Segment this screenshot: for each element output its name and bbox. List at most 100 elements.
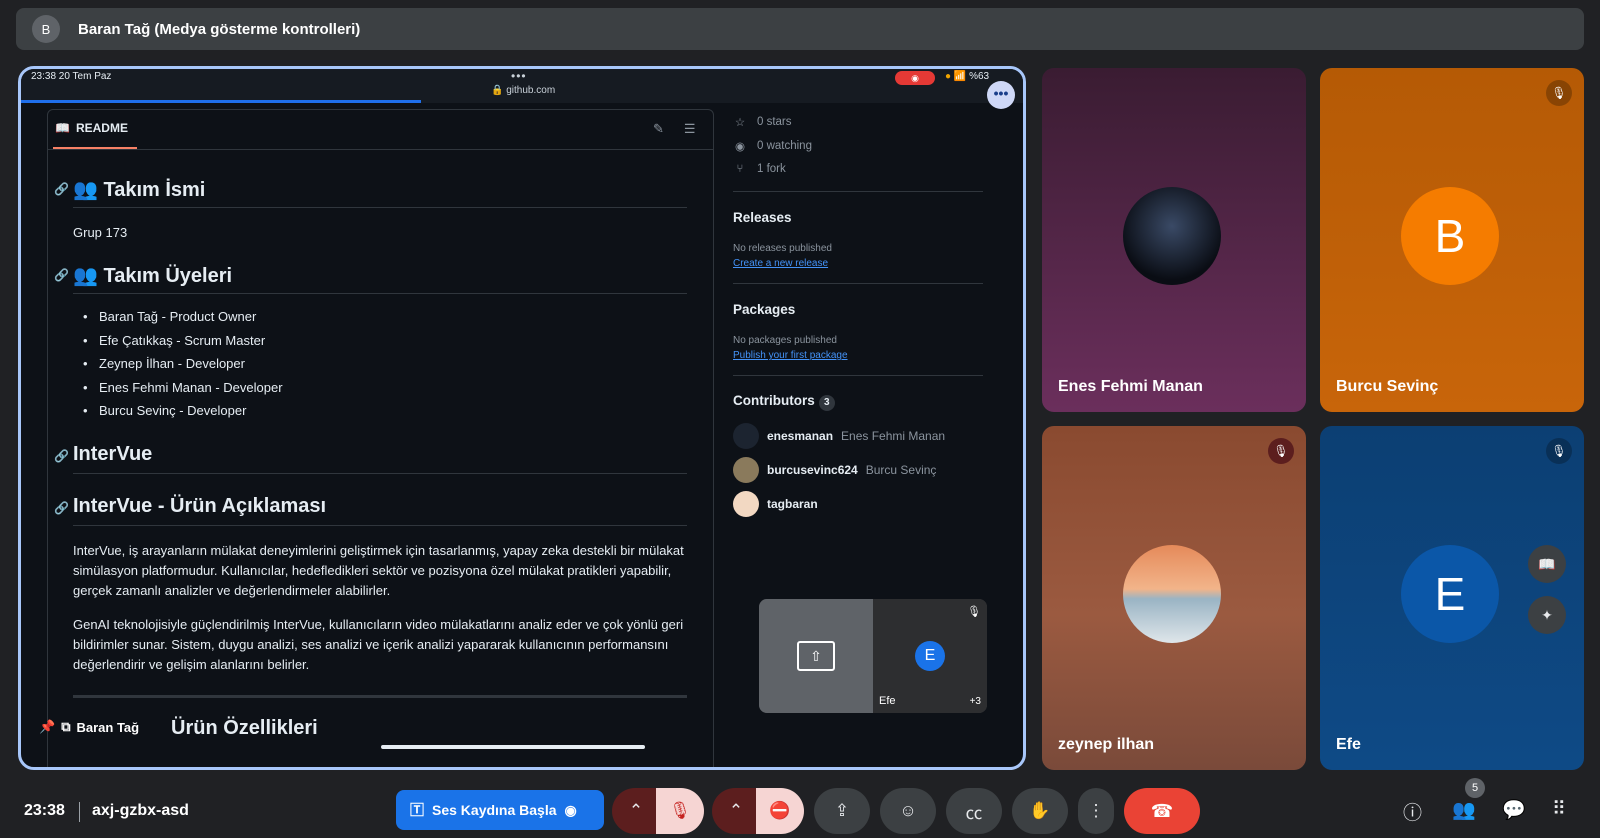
ios-time: 23:38 20 Tem Paz (31, 71, 112, 82)
divider (79, 802, 80, 822)
shared-screen: 23:38 20 Tem Paz ••• 🔒 github.com ◉ ● 📶 … (18, 66, 1026, 770)
avatar (733, 491, 759, 517)
publish-package-link[interactable]: Publish your first package (733, 350, 848, 361)
participant-tile[interactable]: Enes Fehmi Manan (1042, 68, 1306, 412)
emoji-icon: ☺ (899, 801, 917, 820)
stars-row[interactable]: ☆ 0 stars (733, 115, 792, 129)
captions-button[interactable]: ㏄ (946, 788, 1002, 834)
contributor-row[interactable]: tagbaran (733, 491, 818, 517)
battery-status: ● 📶 %63 (945, 71, 990, 82)
participant-tile[interactable]: 🎙 zeynep ilhan (1042, 426, 1306, 770)
avatar: E (915, 641, 945, 671)
packages-empty: No packages published (733, 335, 837, 346)
edit-icon[interactable]: ✎ (653, 121, 664, 137)
browser-url[interactable]: 🔒 github.com (491, 85, 555, 96)
participant-name: Enes Fehmi Manan (1058, 378, 1203, 395)
anchor-link-icon[interactable]: 🔗 (54, 449, 69, 463)
raise-hand-button[interactable]: ✋ (1012, 788, 1068, 834)
heading-team-name: 👥 Takım İsmi (73, 179, 206, 201)
contributor-row[interactable]: enesmanan Enes Fehmi Manan (733, 423, 945, 449)
more-options-button[interactable]: ⋮ (1078, 788, 1114, 834)
avatar: E (1401, 545, 1499, 643)
start-recording-button[interactable]: 🅃 Ses Kaydına Başla ◉ (396, 790, 604, 830)
chevron-up-icon: ⌃ (628, 801, 644, 820)
outline-list-icon[interactable]: ☰ (684, 121, 696, 137)
battery-label: %63 (969, 71, 990, 82)
presenter-bar[interactable]: B Baran Tağ (Medya gösterme kontrolleri) (16, 8, 1584, 50)
meeting-code: axj-gzbx-asd (92, 802, 189, 819)
releases-empty: No releases published (733, 243, 832, 254)
more-vert-icon: ⋮ (1087, 801, 1105, 820)
participant-name: Efe (1336, 736, 1361, 753)
pin-icon[interactable]: 📌 (39, 719, 55, 735)
watching-row[interactable]: ◉ 0 watching (733, 139, 812, 153)
forks-row[interactable]: ⑂ 1 fork (733, 163, 786, 175)
fork-icon: ⑂ (736, 163, 744, 175)
reactions-button[interactable]: ☺ (880, 788, 936, 834)
watching-label: 0 watching (757, 140, 812, 152)
members-list: Baran Tağ - Product Owner Efe Çatıkkaş -… (83, 309, 283, 427)
contributors-label: Contributors (733, 393, 815, 408)
book-icon: 📖 (55, 121, 70, 135)
eye-icon: ◉ (734, 141, 746, 153)
page-load-progress (21, 100, 421, 103)
avatar (1123, 187, 1221, 285)
heading-divider (73, 473, 687, 474)
section-divider (73, 695, 687, 698)
ios-multitask-dots[interactable]: ••• (511, 69, 527, 83)
contributors-heading[interactable]: Contributors 3 (733, 393, 835, 411)
packages-heading[interactable]: Packages (733, 302, 795, 317)
leave-call-button[interactable]: ☎ (1124, 788, 1200, 834)
book-icon[interactable]: 📖 (1528, 545, 1566, 583)
description-paragraph-2: GenAI teknolojisiyle güçlendirilmiş Inte… (73, 617, 684, 672)
camera-off-icon: ⛔ (769, 801, 791, 820)
heading-divider (73, 293, 687, 294)
sidebar-divider (733, 191, 983, 192)
avatar (733, 423, 759, 449)
participant-tile[interactable]: 🎙 B Burcu Sevinç (1320, 68, 1584, 412)
record-icon: ◉ (564, 801, 577, 818)
anchor-link-icon[interactable]: 🔗 (54, 268, 69, 282)
releases-heading[interactable]: Releases (733, 210, 792, 225)
chat-icon[interactable]: 💬 (1502, 798, 1526, 822)
anchor-link-icon[interactable]: 🔗 (54, 501, 69, 515)
info-icon[interactable]: ⓘ (1403, 798, 1422, 825)
heading-divider (73, 207, 687, 208)
contributor-row[interactable]: burcusevinc624 Burcu Sevinç (733, 457, 936, 483)
phone-hangup-icon: ☎ (1150, 800, 1174, 821)
team-name-text: Grup 173 (73, 225, 128, 240)
list-item: Efe Çatıkkaş - Scrum Master (83, 333, 283, 357)
contributor-username: enesmanan (767, 429, 834, 443)
video-options-button[interactable]: ⌃ (712, 788, 760, 834)
chevron-up-icon: ⌃ (728, 801, 744, 820)
list-item: Baran Tağ - Product Owner (83, 309, 283, 333)
create-release-link[interactable]: Create a new release (733, 258, 828, 269)
people-icon[interactable]: 👥 (1452, 798, 1476, 822)
list-item: Enes Fehmi Manan - Developer (83, 380, 283, 404)
present-screen-button[interactable]: ⇪ (814, 788, 870, 834)
description-paragraph-1: InterVue, iş arayanların mülakat deneyim… (73, 543, 684, 598)
more-options-button[interactable]: ••• (987, 81, 1015, 109)
participants-count-badge: 5 (1465, 778, 1485, 798)
mini-participant-tile[interactable]: 🎙 E Efe +3 (873, 599, 987, 713)
ios-status-bar: 23:38 20 Tem Paz ••• 🔒 github.com ◉ ● 📶 … (21, 69, 1023, 103)
audio-options-button[interactable]: ⌃ (612, 788, 660, 834)
home-indicator[interactable] (381, 745, 645, 749)
heading-intervue: InterVue (73, 443, 153, 465)
more-participants-count[interactable]: +3 (970, 696, 981, 707)
presenting-tile[interactable]: ⇧ (759, 599, 873, 713)
microphone-toggle[interactable]: 🎙 (656, 788, 704, 834)
contributor-name: Burcu Sevinç (865, 463, 937, 477)
anchor-link-icon[interactable]: 🔗 (54, 182, 69, 196)
mic-off-icon: 🎙 (669, 801, 691, 820)
participant-name: zeynep ilhan (1058, 736, 1155, 753)
present-icon: ⇪ (834, 801, 850, 820)
contributor-username: burcusevinc624 (767, 463, 858, 477)
list-item: Zeynep İlhan - Developer (83, 356, 283, 380)
self-view-panel[interactable]: ⇧ 🎙 E Efe +3 (759, 599, 987, 713)
apps-grid-icon[interactable]: ⠿ (1552, 798, 1566, 821)
gemini-icon[interactable]: ✦ (1528, 596, 1566, 634)
readme-tab[interactable]: 📖 README (55, 121, 128, 135)
camera-toggle[interactable]: ⛔ (756, 788, 804, 834)
contributor-name: Enes Fehmi Manan (841, 429, 946, 443)
